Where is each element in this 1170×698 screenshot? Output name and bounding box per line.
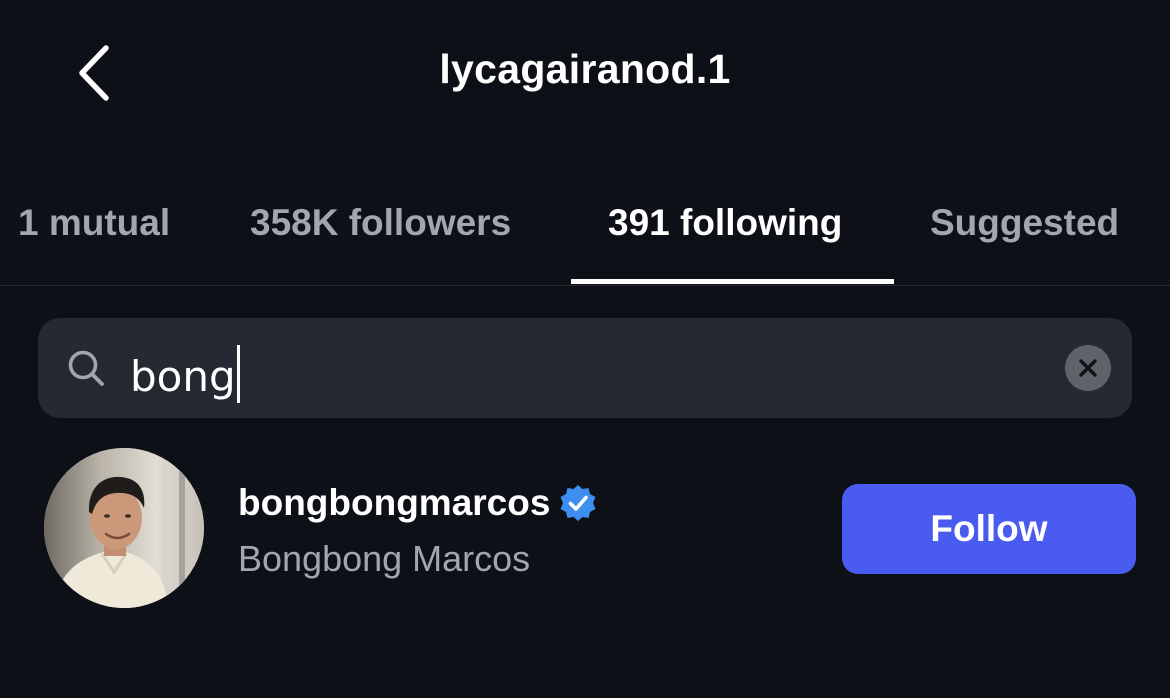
tab-bar: 1 mutual 358K followers 391 following Su… <box>0 188 1170 286</box>
page-title: lycagairanod.1 <box>439 46 731 92</box>
clear-search-button[interactable] <box>1065 345 1111 391</box>
tab-divider <box>0 285 1170 286</box>
following-list-screen: lycagairanod.1 1 mutual 358K followers 3… <box>0 0 1170 698</box>
verified-badge-icon <box>560 485 596 521</box>
list-item[interactable]: bongbongmarcos Bongbong Marcos Follow <box>0 448 1170 610</box>
profile-photo <box>44 448 204 608</box>
search-input[interactable]: bong <box>130 345 240 403</box>
follow-button[interactable]: Follow <box>842 484 1136 574</box>
tab-following[interactable]: 391 following <box>608 202 842 244</box>
tab-mutual[interactable]: 1 mutual <box>18 202 170 244</box>
avatar[interactable] <box>44 448 204 608</box>
search-icon <box>68 350 104 386</box>
close-icon <box>1079 359 1097 377</box>
search-bar[interactable]: bong <box>38 318 1132 418</box>
search-query: bong <box>130 352 236 401</box>
username[interactable]: bongbongmarcos <box>238 482 550 523</box>
tab-suggested[interactable]: Suggested <box>930 202 1119 244</box>
active-tab-indicator <box>571 279 894 284</box>
full-name: Bongbong Marcos <box>238 538 531 579</box>
tab-followers[interactable]: 358K followers <box>250 202 511 244</box>
username-line: bongbongmarcos <box>238 482 598 524</box>
text-cursor <box>236 345 240 403</box>
